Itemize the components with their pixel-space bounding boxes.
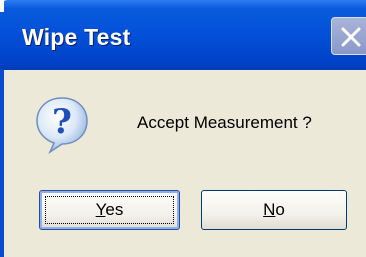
window-title: Wipe Test <box>22 24 131 50</box>
close-button[interactable] <box>331 17 366 55</box>
yes-button[interactable]: Yes <box>39 190 180 230</box>
dialog-window: Wipe Test ? Accept Measurement ? Yes No <box>0 0 366 257</box>
message-text: Accept Measurement ? <box>137 113 312 132</box>
focus-rectangle <box>45 196 174 224</box>
svg-text:?: ? <box>52 102 72 142</box>
title-bar[interactable]: Wipe Test <box>0 0 366 70</box>
window-border-left <box>0 70 4 257</box>
no-button[interactable]: No <box>201 190 347 230</box>
close-icon <box>341 27 361 47</box>
no-button-label: No <box>263 200 285 219</box>
question-icon: ? <box>36 97 88 154</box>
window-corner <box>0 0 4 12</box>
